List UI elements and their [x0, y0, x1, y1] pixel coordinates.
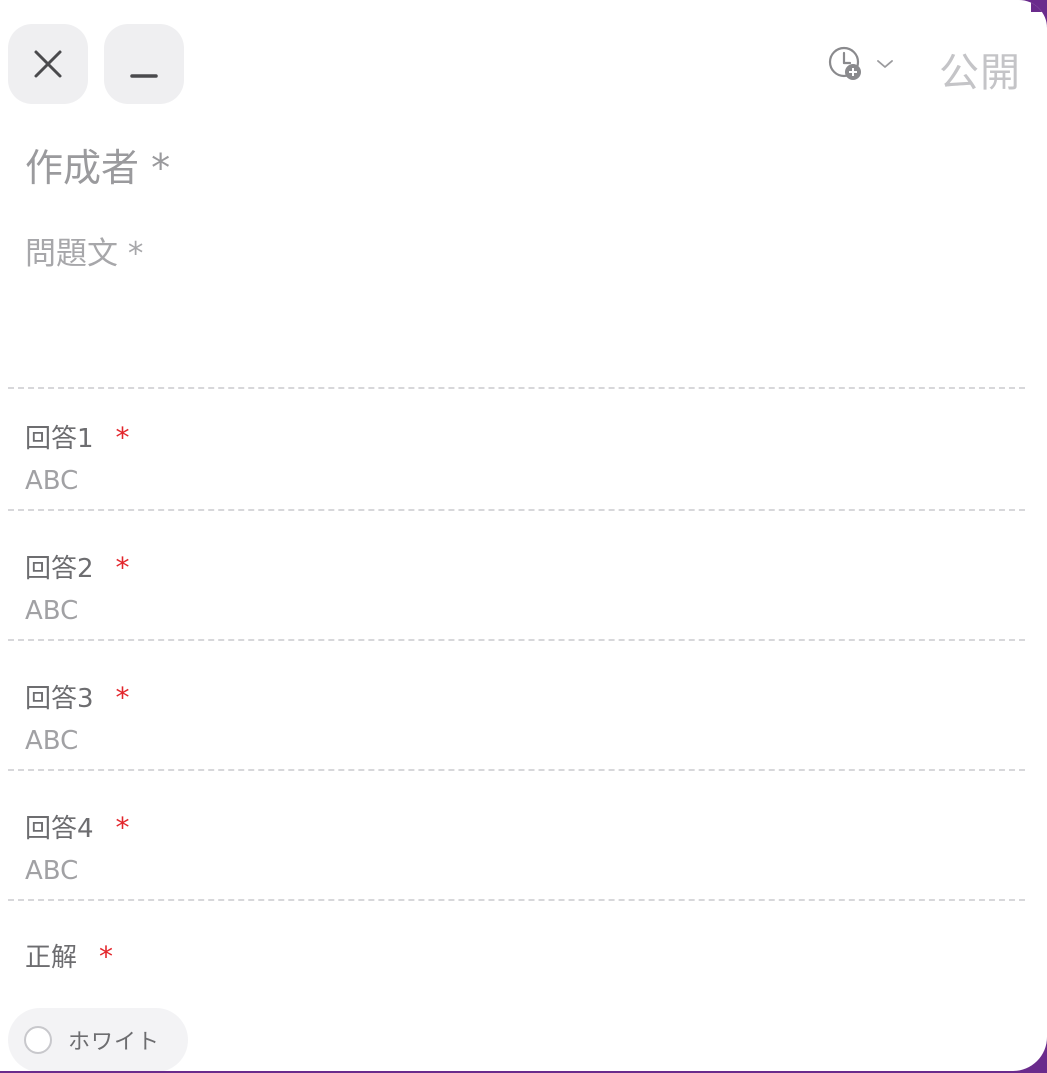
minimize-icon: [130, 74, 158, 78]
required-mark: *: [115, 811, 130, 844]
divider: [8, 509, 1025, 511]
divider: [8, 639, 1025, 641]
answer-3-input[interactable]: ABC: [25, 726, 78, 756]
accent-corner: [1031, 0, 1047, 12]
option-label: ホワイト: [68, 1030, 161, 1055]
question-text-input[interactable]: 問題文 *: [25, 228, 143, 273]
required-mark: *: [115, 681, 130, 714]
required-mark: *: [115, 551, 130, 584]
answer-2-input[interactable]: ABC: [25, 596, 78, 626]
radio-button[interactable]: [24, 1026, 52, 1054]
divider: [8, 899, 1025, 901]
answer-label-text: 回答3: [25, 684, 94, 714]
publish-button[interactable]: 公開: [939, 40, 1021, 98]
minimize-button[interactable]: [104, 24, 184, 104]
close-button[interactable]: [8, 24, 88, 104]
schedule-publish-dropdown[interactable]: [826, 44, 894, 84]
answer-4-label: 回答4 *: [25, 808, 130, 845]
answer-4-input[interactable]: ABC: [25, 856, 78, 886]
correct-option-white[interactable]: ホワイト: [8, 1008, 188, 1071]
author-input[interactable]: 作成者 *: [25, 137, 170, 192]
close-icon: [34, 50, 62, 78]
chevron-down-icon: [877, 60, 893, 68]
divider: [8, 769, 1025, 771]
answer-label-text: 回答1: [25, 424, 94, 454]
required-mark: *: [99, 940, 114, 973]
answer-label-text: 回答2: [25, 554, 94, 584]
answer-label-text: 回答4: [25, 814, 94, 844]
quiz-editor-card: 公開 作成者 * 問題文 * 回答1 * ABC 回答2 * ABC 回答3 *…: [0, 0, 1047, 1071]
answer-2-label: 回答2 *: [25, 548, 130, 585]
answer-3-label: 回答3 *: [25, 678, 130, 715]
required-mark: *: [115, 421, 130, 454]
clock-add-icon: [828, 46, 861, 80]
correct-answer-label: 正解 *: [25, 937, 113, 974]
divider: [8, 387, 1025, 389]
app-frame: 公開 作成者 * 問題文 * 回答1 * ABC 回答2 * ABC 回答3 *…: [0, 0, 1047, 1073]
answer-1-input[interactable]: ABC: [25, 466, 78, 496]
answer-1-label: 回答1 *: [25, 418, 130, 455]
correct-label-text: 正解: [25, 943, 78, 973]
